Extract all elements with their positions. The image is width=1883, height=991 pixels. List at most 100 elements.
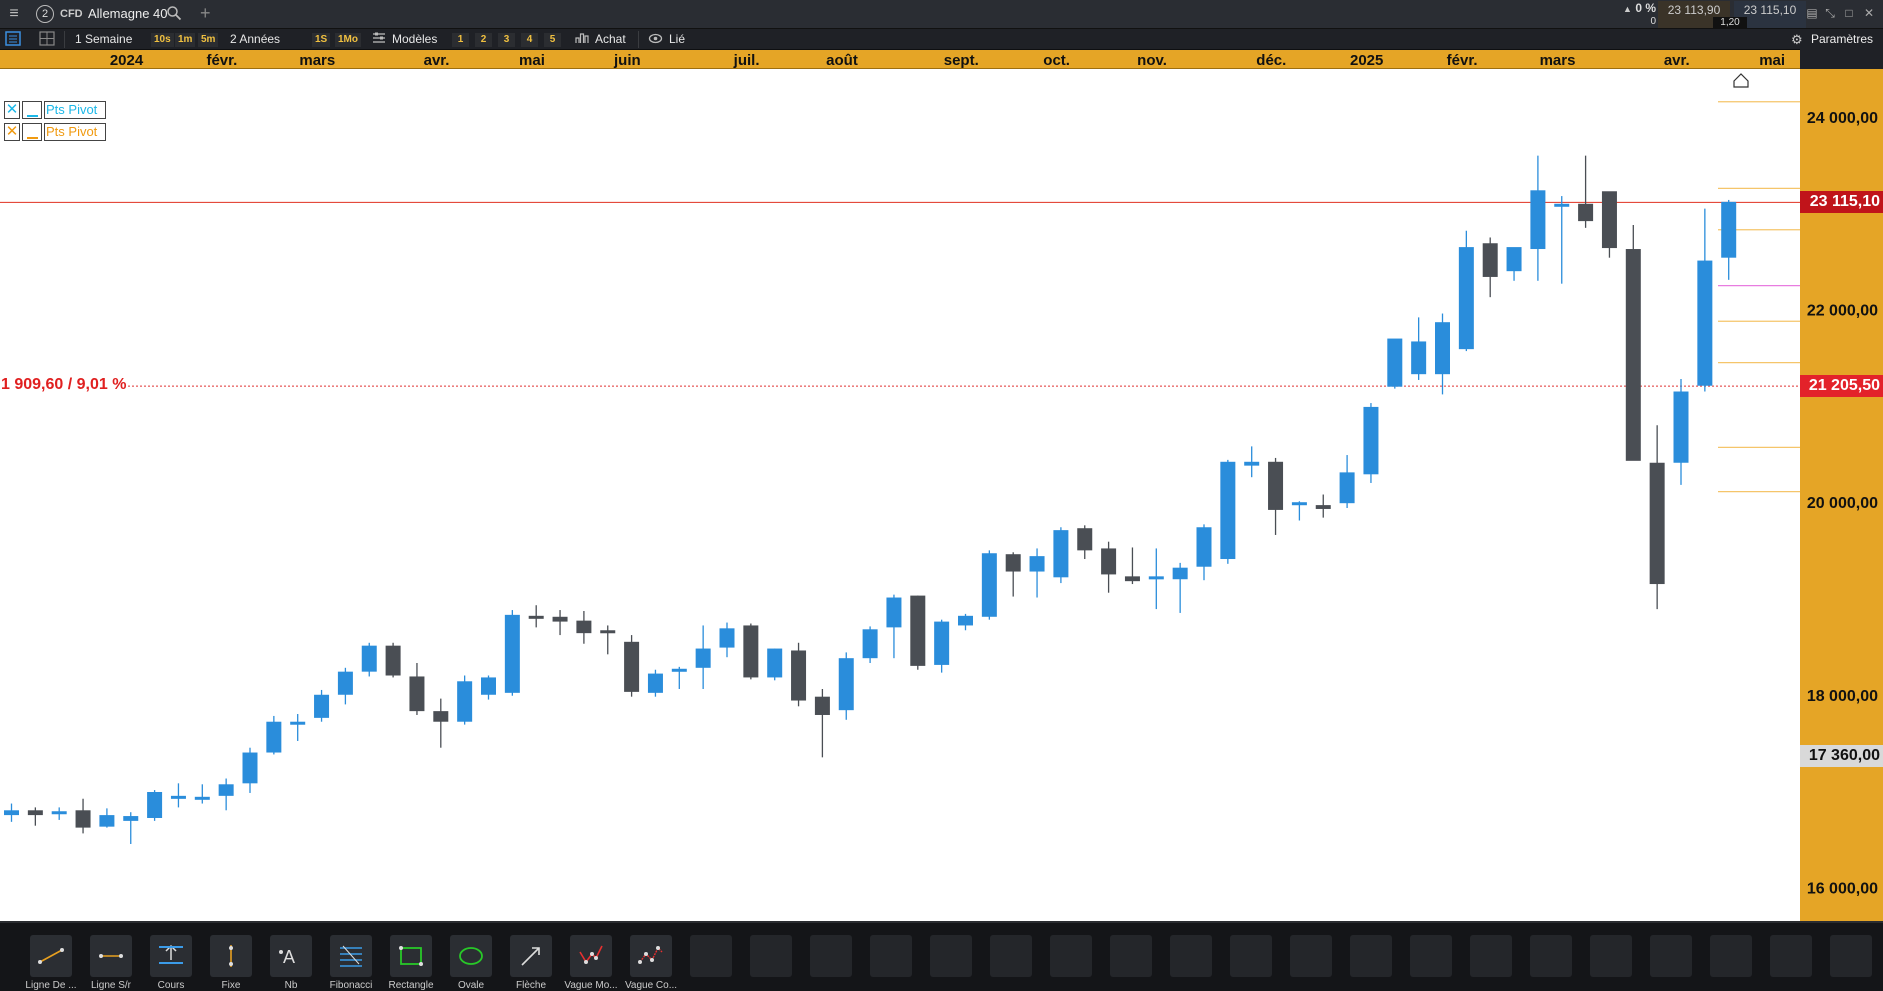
interval-10s[interactable]: 10s (151, 33, 174, 47)
pivot-legend-2[interactable]: ✕ Pts Pivot (4, 123, 106, 141)
candle-body (1554, 203, 1570, 207)
tool-button-fibonacci[interactable] (330, 935, 372, 977)
empty-tool-slot[interactable] (1290, 935, 1332, 977)
candle-body (337, 671, 353, 695)
tool-label: Fibonacci (329, 980, 373, 991)
empty-tool-slot[interactable] (990, 935, 1032, 977)
layout-grid-icon[interactable] (39, 31, 57, 48)
tool-button-wave-correction[interactable] (630, 935, 672, 977)
empty-tool-slot[interactable] (1230, 935, 1272, 977)
buy-icon[interactable] (574, 31, 590, 48)
candle-body (934, 621, 950, 665)
empty-tool-slot[interactable] (1170, 935, 1212, 977)
period-selector[interactable]: 1 Semaine (75, 31, 132, 48)
candle-body (958, 615, 973, 626)
add-tab-icon[interactable]: + (200, 3, 211, 24)
candle-body (1220, 461, 1236, 560)
collapse-icon[interactable]: ⤡ (1823, 6, 1837, 20)
link-icon[interactable] (648, 31, 664, 48)
tool-button-text-tool[interactable]: A (270, 935, 312, 977)
menu-icon[interactable]: ≡ (4, 5, 24, 23)
candle-body (1077, 528, 1093, 551)
preset-2[interactable]: 2 (475, 33, 492, 47)
empty-tool-slot[interactable] (1590, 935, 1632, 977)
templates-icon[interactable] (372, 31, 388, 48)
settings-button[interactable]: Paramètres (1811, 32, 1873, 46)
fibonacci-icon (340, 945, 362, 967)
search-icon[interactable] (166, 5, 182, 21)
empty-tool-slot[interactable] (1710, 935, 1752, 977)
empty-tool-slot[interactable] (810, 935, 852, 977)
time-axis[interactable]: 2024 févr. mars avr. mai juin juil. août sept. oc… (0, 50, 1800, 69)
trend-line-icon (38, 948, 64, 964)
x-tick-label: mars (1539, 52, 1576, 69)
link-button[interactable]: Lié (669, 31, 685, 48)
close-icon[interactable]: ✕ (1862, 6, 1876, 20)
instrument-number[interactable]: 2 (36, 5, 54, 23)
x-tick-label: avr. (423, 52, 450, 69)
current-price-label: 23 115,10 (1800, 191, 1883, 214)
candle-body (1458, 247, 1474, 350)
preset-1[interactable]: 1 (452, 33, 469, 47)
empty-tool-slot[interactable] (1650, 935, 1692, 977)
empty-tool-slot[interactable] (1530, 935, 1572, 977)
empty-tool-slot[interactable] (1350, 935, 1392, 977)
candle-body (624, 641, 640, 692)
instrument-name[interactable]: Allemagne 40 (88, 6, 168, 21)
low-price-label: 17 360,00 (1800, 745, 1883, 768)
candle-body (170, 795, 186, 799)
preset-3[interactable]: 3 (498, 33, 515, 47)
interval-1m[interactable]: 1m (175, 33, 196, 47)
candle-body (457, 681, 473, 722)
candle-body (1411, 341, 1427, 375)
templates-button[interactable]: Modèles (392, 31, 437, 48)
empty-tool-slot[interactable] (930, 935, 972, 977)
line-style-icon[interactable] (22, 101, 42, 119)
buy-button[interactable]: Achat (595, 31, 626, 48)
x-tick-label: nov. (1137, 52, 1167, 69)
tool-button-arrow[interactable] (510, 935, 552, 977)
empty-tool-slot[interactable] (1770, 935, 1812, 977)
tool-label: Ligne De ... (25, 980, 77, 991)
empty-tool-slot[interactable] (1830, 935, 1872, 977)
empty-tool-slot[interactable] (1470, 935, 1512, 977)
tool-label: Ligne S/r (90, 980, 132, 991)
tool-button-oval[interactable] (450, 935, 492, 977)
tool-button-rectangle[interactable] (390, 935, 432, 977)
tool-button-price-tool[interactable] (150, 935, 192, 977)
range-1mo[interactable]: 1Mo (335, 33, 361, 47)
scroll-icon[interactable]: ▤ (1805, 6, 1819, 20)
chart-list-icon[interactable] (5, 31, 23, 48)
tool-button-support-line[interactable] (90, 935, 132, 977)
text-tool-icon: A (279, 947, 295, 967)
candle-body (1435, 322, 1450, 375)
maximize-icon[interactable]: □ (1842, 6, 1856, 20)
gear-icon[interactable]: ⚙ (1791, 32, 1803, 48)
tool-button-trend-line[interactable] (30, 935, 72, 977)
remove-indicator-icon[interactable]: ✕ (4, 123, 20, 141)
preset-4[interactable]: 4 (521, 33, 538, 47)
empty-tool-slot[interactable] (1410, 935, 1452, 977)
pivot-legend-1[interactable]: ✕ Pts Pivot (4, 101, 106, 119)
range-1s[interactable]: 1S (312, 33, 331, 47)
empty-tool-slot[interactable] (1110, 935, 1152, 977)
line-style-icon[interactable] (22, 123, 42, 141)
empty-tool-slot[interactable] (690, 935, 732, 977)
x-tick-label: déc. (1256, 52, 1287, 69)
indicator-name[interactable]: Pts Pivot (44, 123, 106, 141)
chart-canvas[interactable]: 16 000,00 18 000,00 20 000,00 22 000,00 24 0… (0, 69, 1883, 921)
price-chart[interactable]: 16 000,00 18 000,00 20 000,00 22 000,00 24 0… (0, 69, 1883, 921)
range-selector[interactable]: 2 Années (230, 31, 280, 48)
tool-button-wave[interactable] (570, 935, 612, 977)
interval-5m[interactable]: 5m (198, 33, 219, 47)
tool-label: Flèche (515, 980, 546, 991)
empty-tool-slot[interactable] (870, 935, 912, 977)
remove-indicator-icon[interactable]: ✕ (4, 101, 20, 119)
preset-5[interactable]: 5 (544, 33, 561, 47)
candle-body (1363, 406, 1379, 475)
empty-tool-slot[interactable] (750, 935, 792, 977)
tool-button-vertical-line[interactable] (210, 935, 252, 977)
x-tick-label: 2025 (1350, 52, 1384, 69)
indicator-name[interactable]: Pts Pivot (44, 101, 106, 119)
empty-tool-slot[interactable] (1050, 935, 1092, 977)
